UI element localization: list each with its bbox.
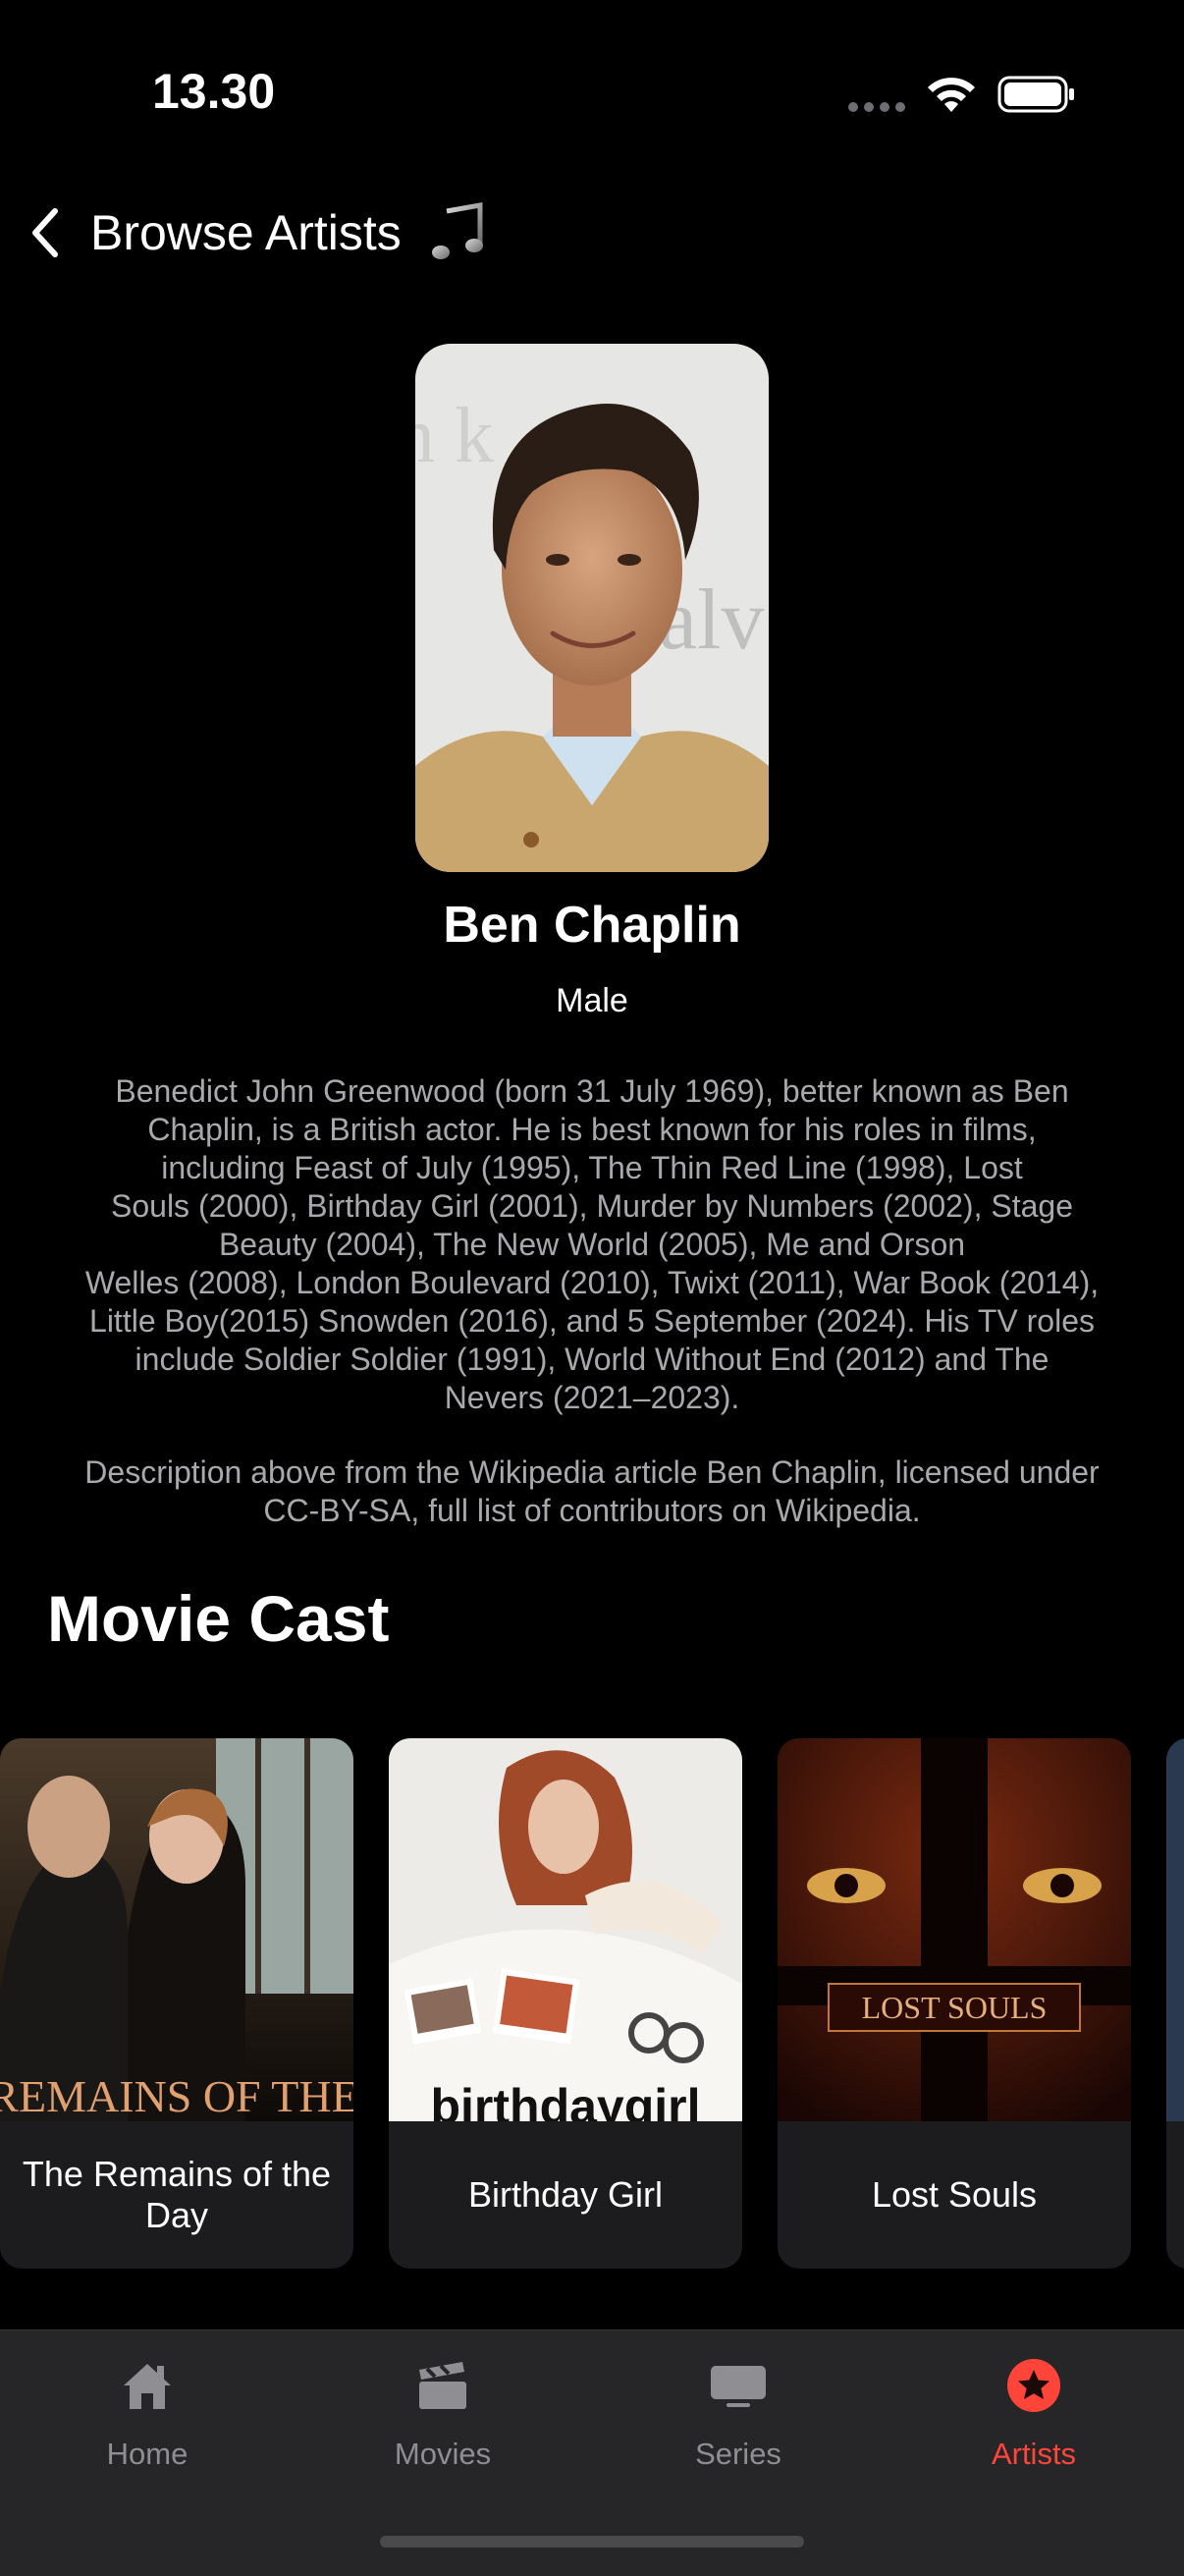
home-indicator[interactable] <box>380 2536 804 2548</box>
movie-poster: THE REMAINS OF THE DAY <box>0 1738 353 2121</box>
movie-title: Lost Souls <box>871 2174 1038 2215</box>
tab-series[interactable]: Series <box>620 2330 856 2507</box>
movie-card[interactable]: LOST SOULS Lost Souls <box>778 1738 1131 2269</box>
artist-name: Ben Chaplin <box>443 897 741 954</box>
movie-poster: LOST SOULS <box>778 1738 1131 2121</box>
poster-title-text: birthdaygirl <box>430 2079 700 2121</box>
tab-movies[interactable]: Movies <box>325 2330 561 2507</box>
movie-cast-heading: Movie Cast <box>47 1582 390 1655</box>
artist-biography: Benedict John Greenwood (born 31 July 19… <box>84 1073 1100 1415</box>
back-button-label[interactable]: Browse Artists <box>90 203 402 262</box>
tab-label: Home <box>106 2437 188 2471</box>
music-notes-icon <box>432 202 483 259</box>
movie-poster <box>1166 1738 1184 2121</box>
tab-label: Movies <box>394 2437 492 2471</box>
movie-card[interactable]: THE REMAINS OF THE DAY The Remains of th… <box>0 1738 353 2269</box>
home-icon <box>124 2364 171 2409</box>
movie-cast-carousel[interactable]: THE REMAINS OF THE DAY The Remains of th… <box>0 1738 1184 2269</box>
tab-label: Series <box>695 2437 781 2471</box>
cellular-signal-icon <box>848 102 907 114</box>
movie-card[interactable] <box>1166 1738 1184 2269</box>
tab-artists[interactable]: Artists <box>916 2330 1152 2507</box>
artist-gender: Male <box>556 982 628 1019</box>
poster-title-text: THE REMAINS OF THE DAY <box>0 2071 353 2121</box>
chevron-left-icon[interactable] <box>24 203 65 262</box>
wikipedia-credit: Description above from the Wikipedia art… <box>84 1454 1100 1528</box>
poster-title-text: LOST SOULS <box>862 1990 1048 2025</box>
movie-title: Birthday Girl <box>467 2174 664 2215</box>
movie-title: The Remains of the Day <box>22 2154 332 2235</box>
clapperboard-icon <box>419 2362 466 2409</box>
status-time: 13.30 <box>152 64 276 119</box>
artist-portrait: alv n k <box>415 344 769 872</box>
movie-poster: birthdaygirl <box>389 1738 742 2121</box>
movie-card[interactable]: birthdaygirl Birthday Girl <box>389 1738 742 2269</box>
wifi-icon <box>928 78 975 112</box>
svg-text:n k: n k <box>415 393 494 479</box>
navigation-bar: Browse Artists <box>0 192 1184 270</box>
status-bar: 13.30 <box>0 0 1184 196</box>
tab-home[interactable]: Home <box>29 2330 265 2507</box>
battery-icon <box>997 76 1074 113</box>
tv-icon <box>711 2366 766 2407</box>
star-circle-icon <box>1007 2359 1060 2412</box>
tab-label: Artists <box>991 2437 1077 2471</box>
